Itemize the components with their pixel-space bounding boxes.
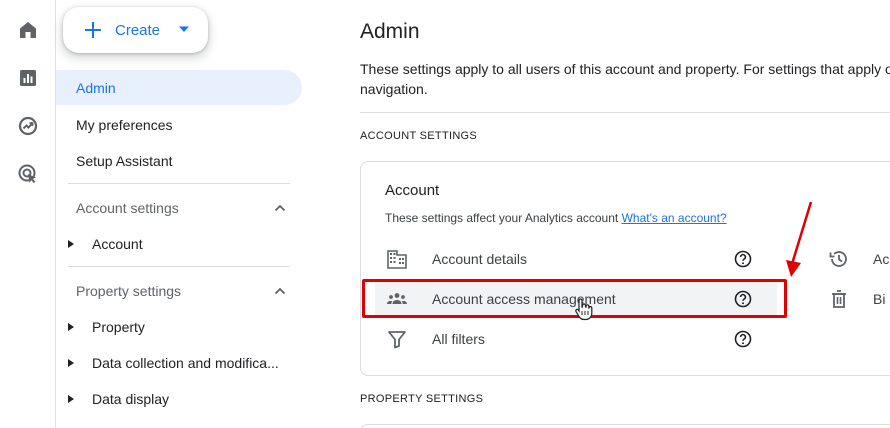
left-rail — [0, 0, 56, 428]
account-access-management-row[interactable]: Account access management — [375, 281, 777, 317]
nav-divider — [68, 183, 290, 184]
nav-item-data-display[interactable]: Data display — [56, 381, 302, 416]
page-description-line: navigation. — [360, 81, 428, 97]
explore-icon[interactable] — [16, 114, 40, 138]
page-description-line: These settings apply to all users of thi… — [360, 61, 890, 77]
nav-item-setup-assistant[interactable]: Setup Assistant — [56, 143, 302, 178]
chevron-up-icon[interactable] — [272, 200, 288, 216]
help-icon[interactable] — [733, 329, 753, 349]
nav-item-label: Data collection and modifica... — [92, 354, 279, 371]
property-card — [360, 424, 890, 428]
nav-section-property-settings[interactable]: Property settings — [56, 273, 302, 308]
advertising-icon[interactable] — [16, 162, 40, 186]
home-icon[interactable] — [16, 18, 40, 42]
nav-section-label: Property settings — [76, 282, 182, 299]
chevron-up-icon[interactable] — [272, 283, 288, 299]
nav-item-admin[interactable]: Admin — [56, 70, 302, 105]
help-icon[interactable] — [733, 289, 753, 309]
page-title: Admin — [360, 20, 420, 43]
row-label: Account access management — [432, 291, 616, 307]
row-label: Bi — [873, 291, 886, 307]
nav-section-label: Account settings — [76, 199, 179, 216]
help-icon[interactable] — [733, 249, 753, 269]
expand-triangle-icon — [68, 359, 74, 367]
account-change-history-row[interactable]: Ac — [823, 241, 890, 277]
nav-section-account-settings[interactable]: Account settings — [56, 190, 302, 225]
card-title: Account — [385, 182, 440, 199]
building-icon — [387, 250, 407, 269]
main-content: Admin These settings apply to all users … — [302, 0, 890, 428]
nav-item-label: Account — [92, 235, 143, 252]
card-subtitle: These settings affect your Analytics acc… — [385, 211, 727, 225]
trash-icon — [832, 290, 846, 308]
account-details-row[interactable]: Account details — [375, 241, 777, 277]
filter-icon — [388, 331, 406, 349]
people-icon — [387, 293, 407, 304]
divider — [360, 112, 890, 113]
expand-triangle-icon — [68, 240, 74, 248]
all-filters-row[interactable]: All filters — [375, 321, 777, 357]
account-trash-row[interactable]: Bi — [823, 281, 890, 317]
nav-item-data-collection[interactable]: Data collection and modifica... — [56, 345, 302, 380]
nav-divider — [68, 266, 290, 267]
row-label: All filters — [432, 331, 485, 347]
page-description: These settings apply to all users of thi… — [360, 59, 890, 99]
history-icon — [829, 251, 847, 267]
expand-triangle-icon — [68, 323, 74, 331]
account-card: Account These settings affect your Analy… — [360, 161, 890, 376]
expand-triangle-icon — [68, 395, 74, 403]
row-label: Account details — [432, 251, 527, 267]
reports-icon[interactable] — [16, 66, 40, 90]
row-label: Ac — [873, 251, 890, 267]
nav-item-account[interactable]: Account — [56, 226, 302, 261]
nav-item-label: Data display — [92, 390, 170, 407]
whats-an-account-link[interactable]: What's an account? — [622, 211, 727, 225]
account-settings-heading: ACCOUNT SETTINGS — [360, 130, 478, 142]
nav-item-label: Property — [92, 318, 145, 335]
nav-item-property[interactable]: Property — [56, 309, 302, 344]
nav-item-my-preferences[interactable]: My preferences — [56, 107, 302, 142]
card-subtitle-text: These settings affect your Analytics acc… — [385, 211, 619, 225]
property-settings-heading: PROPERTY SETTINGS — [360, 393, 484, 405]
admin-nav: Admin My preferences Setup Assistant Acc… — [56, 0, 302, 428]
